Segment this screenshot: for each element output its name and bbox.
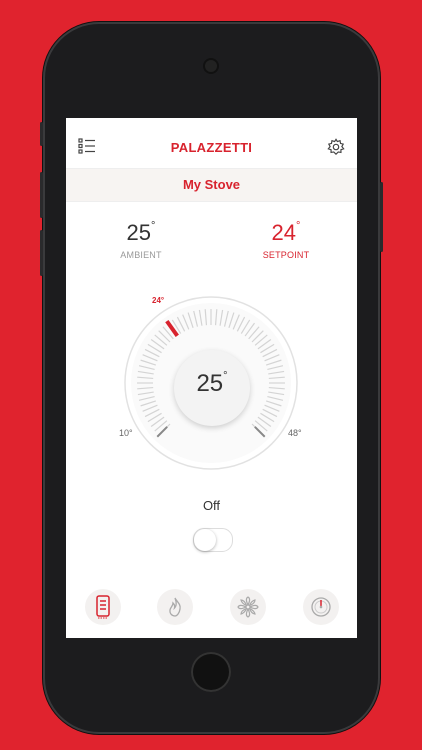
ambient-temp: 25° bbox=[101, 220, 181, 246]
flame-icon bbox=[169, 597, 181, 617]
dial-setpoint-marker: 24° bbox=[152, 296, 165, 305]
setpoint-temp[interactable]: 24° bbox=[246, 220, 326, 246]
setpoint-value: 24 bbox=[271, 220, 297, 245]
tab-gauge[interactable] bbox=[303, 589, 339, 625]
power-side-button bbox=[380, 182, 383, 252]
ambient-value: 25 bbox=[126, 220, 152, 245]
tab-flame[interactable] bbox=[157, 589, 193, 625]
device-title: My Stove bbox=[182, 177, 241, 192]
volume-up-button bbox=[40, 172, 43, 218]
home-button[interactable] bbox=[191, 652, 231, 692]
setpoint-label: SETPOINT bbox=[262, 250, 310, 260]
ambient-label: AMBIENT bbox=[120, 250, 162, 260]
power-toggle-knob[interactable] bbox=[194, 529, 216, 551]
dial-min-label: 10° bbox=[119, 428, 133, 438]
thermometer-panel-icon bbox=[96, 595, 110, 619]
dial-value: 25 bbox=[196, 370, 224, 397]
app-screen: PALAZZETTI My Stove 25° AMBIENT 24° SETP… bbox=[66, 118, 357, 638]
volume-down-button bbox=[40, 230, 43, 276]
fan-icon bbox=[237, 596, 259, 618]
bottom-tab-bar bbox=[66, 583, 357, 638]
gauge-icon bbox=[311, 597, 331, 617]
dial-current-temp: 25° bbox=[174, 370, 250, 398]
front-camera bbox=[205, 60, 217, 72]
app-header: PALAZZETTI bbox=[66, 118, 357, 168]
tab-temperature[interactable] bbox=[85, 589, 121, 625]
degree-symbol: ° bbox=[296, 220, 301, 232]
dial-max-label: 48° bbox=[288, 428, 302, 438]
device-title-bar: My Stove bbox=[66, 168, 357, 202]
degree-symbol: ° bbox=[151, 220, 156, 232]
mute-switch bbox=[40, 122, 43, 146]
degree-symbol: ° bbox=[223, 370, 228, 382]
tab-fan[interactable] bbox=[230, 589, 266, 625]
brand-logo: PALAZZETTI bbox=[170, 140, 253, 155]
power-state-label: Off bbox=[202, 498, 221, 513]
gear-icon[interactable] bbox=[327, 138, 345, 156]
power-toggle[interactable] bbox=[193, 528, 233, 552]
